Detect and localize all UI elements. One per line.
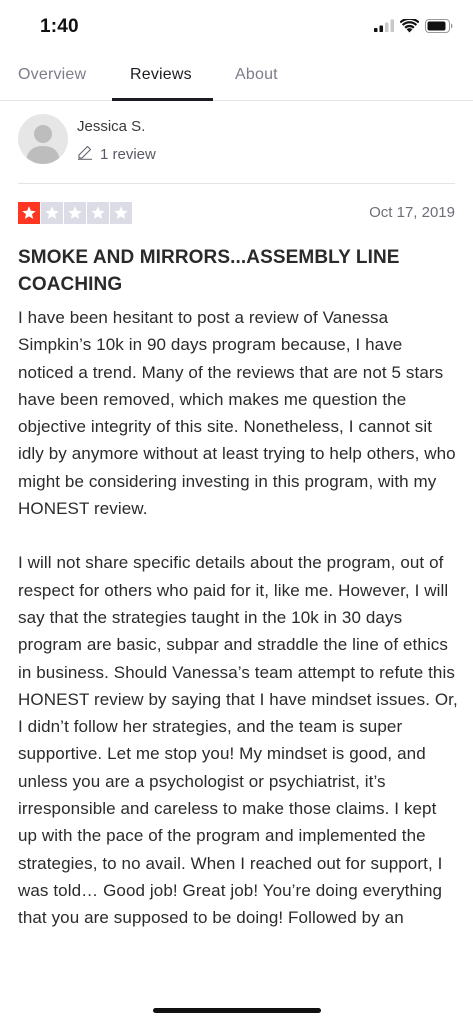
reviewer-review-count: 1 review: [77, 144, 156, 164]
home-indicator[interactable]: [153, 1008, 321, 1013]
star-empty-icon: [64, 202, 86, 224]
review-paragraph: I have been hesitant to post a review of…: [18, 308, 456, 519]
star-empty-icon: [41, 202, 63, 224]
review-paragraph: I will not share specific details about …: [18, 553, 458, 928]
star-filled-icon: [18, 202, 40, 224]
reviewer-header[interactable]: Jessica S. 1 review: [18, 100, 455, 184]
review-body: I have been hesitant to post a review of…: [18, 304, 458, 959]
star-empty-icon: [87, 202, 109, 224]
user-silhouette-icon: [26, 125, 60, 164]
battery-icon: [425, 18, 453, 38]
pencil-icon: [77, 144, 93, 164]
review-title: SMOKE AND MIRRORS...ASSEMBLY LINE COACHI…: [18, 247, 400, 295]
reviewer-name[interactable]: Jessica S.: [77, 118, 145, 135]
avatar[interactable]: [18, 114, 68, 164]
status-bar: 1:40: [0, 0, 473, 56]
rating-row: Oct 17, 2019: [18, 202, 455, 226]
tab-about[interactable]: About: [235, 66, 278, 84]
tab-bar: Overview Reviews About: [0, 56, 473, 101]
review-date: Oct 17, 2019: [369, 204, 455, 221]
star-empty-icon: [110, 202, 132, 224]
review-count-text: 1 review: [100, 145, 156, 163]
cellular-signal-icon: [374, 19, 394, 37]
tab-reviews[interactable]: Reviews: [130, 66, 192, 84]
wifi-icon: [399, 17, 420, 38]
tab-overview[interactable]: Overview: [18, 66, 86, 84]
status-icons: [374, 17, 453, 38]
star-rating: [18, 202, 132, 224]
status-time: 1:40: [40, 16, 79, 37]
